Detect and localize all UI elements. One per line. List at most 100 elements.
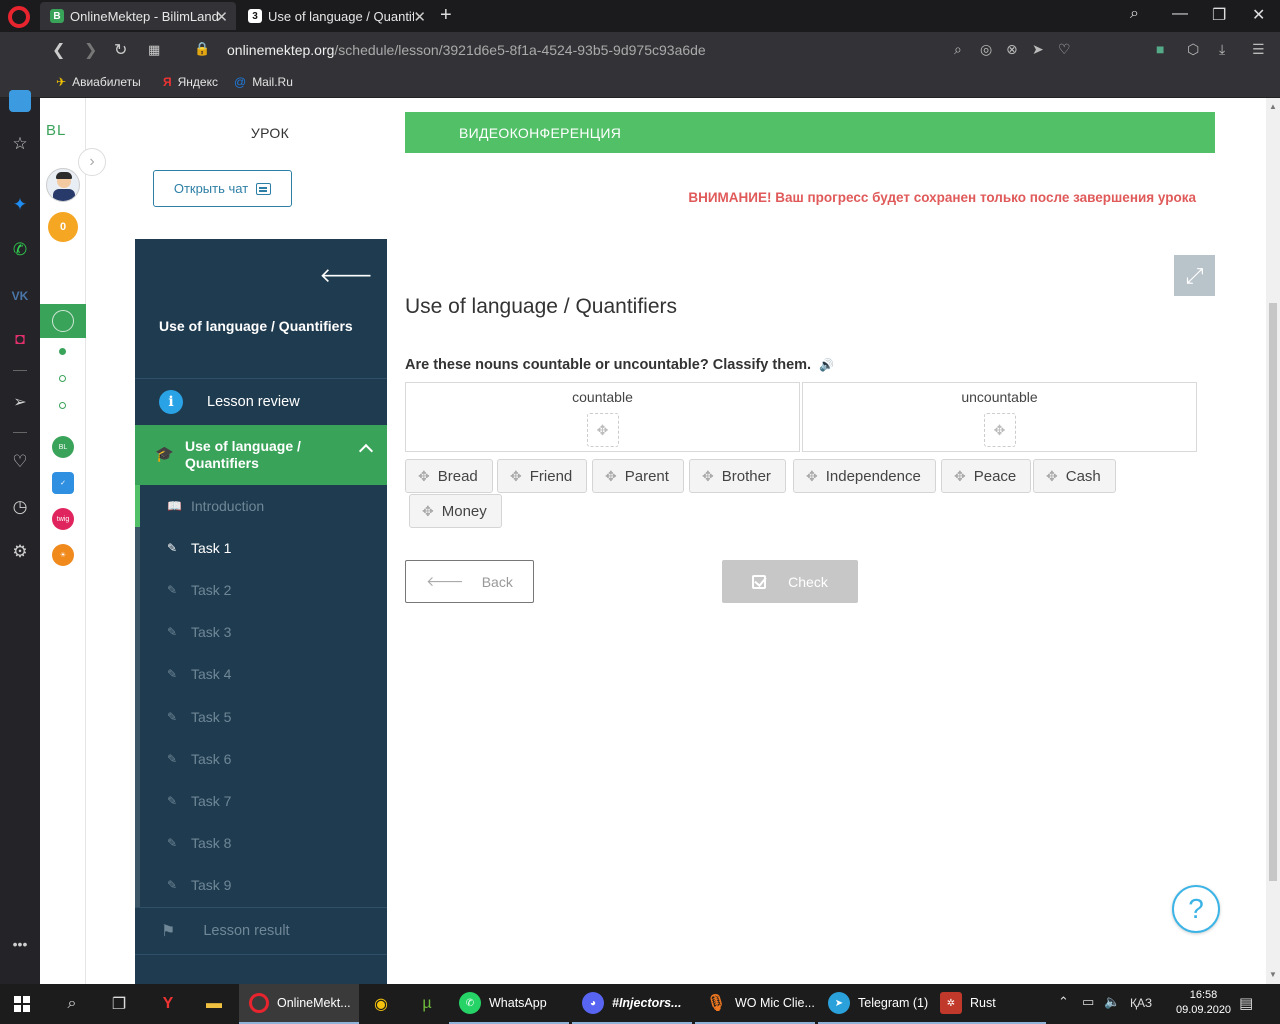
tasks-app-icon[interactable]: ✓ [52,472,74,494]
send-icon[interactable]: ➤ [1032,41,1044,58]
taskbar-app-rust[interactable]: ✲ Rust [930,984,1046,1024]
opera-logo-icon[interactable] [8,6,30,28]
expand-chevron-icon[interactable]: › [78,148,106,176]
chrome-icon[interactable]: ◉ [370,993,392,1015]
close-window-icon[interactable]: ✕ [1252,5,1265,25]
word-chip-brother[interactable]: ✥ Brother [689,459,786,493]
file-explorer-icon[interactable]: ▬ [203,993,225,1015]
bookmark-aviabilety[interactable]: ✈ Авиабилеты [56,75,141,89]
heart-icon[interactable]: ♡ [10,452,30,472]
vk-icon[interactable]: VK [10,286,30,306]
nav-item-task-6[interactable]: ✎ Task 6 [135,738,387,780]
search-icon[interactable]: ⌕ [61,993,83,1015]
taskbar-app-whatsapp[interactable]: ✆ WhatsApp [449,984,569,1024]
find-icon[interactable]: ⌕ [954,41,962,58]
word-chip-independence[interactable]: ✥ Independence [793,459,936,493]
nav-section-quantifiers[interactable]: 🎓 Use of language / Quantifiers [135,425,387,485]
check-button[interactable]: Check [722,560,858,603]
nav-item-task-9[interactable]: ✎ Task 9 [135,864,387,906]
tab-lesson[interactable]: УРОК [135,112,405,153]
network-icon[interactable]: ▭ [1082,994,1094,1010]
page-scrollbar[interactable]: ▲ ▼ [1266,98,1280,984]
nav-item-task-2[interactable]: ✎ Task 2 [135,569,387,611]
adblock-icon[interactable]: ⊗ [1006,41,1018,58]
word-chip-money[interactable]: ✥ Money [409,494,502,528]
online-mektep-nav-active[interactable] [40,304,86,338]
drop-zone-uncountable[interactable]: uncountable ✥ [802,382,1197,452]
taskbar-app-opera[interactable]: OnlineMekt... [239,984,359,1024]
more-dots-icon[interactable]: ••• [10,934,30,954]
star-icon[interactable]: ☆ [10,134,30,154]
nav-lesson-review[interactable]: i Lesson review [135,379,387,425]
task-view-icon[interactable]: ❐ [108,993,130,1015]
instagram-icon[interactable]: ◘ [10,330,30,350]
notifications-icon[interactable]: ▤ [1239,994,1253,1012]
bookmark-mailru[interactable]: @ Mail.Ru [234,75,293,89]
coins-badge[interactable]: 0 [48,212,78,242]
nav-dot-outline[interactable] [59,402,66,409]
whatsapp-icon[interactable]: ✆ [10,240,30,260]
browser-tab-quantifiers[interactable]: 3 Use of language / Quantifie ✕ [238,2,434,30]
nav-item-task-8[interactable]: ✎ Task 8 [135,822,387,864]
kids-app-icon[interactable]: ☀ [52,544,74,566]
word-chip-peace[interactable]: ✥ Peace [941,459,1032,493]
help-button[interactable]: ? [1172,885,1220,933]
messenger-icon[interactable]: ✦ [10,195,30,215]
scrollbar-thumb[interactable] [1269,303,1277,881]
search-tabs-icon[interactable]: ⌕ [1130,5,1139,23]
taskbar-app-telegram[interactable]: ➤ Telegram (1) [818,984,938,1024]
utorrent-icon[interactable]: µ [416,993,438,1015]
nav-item-task-7[interactable]: ✎ Task 7 [135,780,387,822]
heart-icon[interactable]: ♡ [1058,41,1071,58]
nav-dot-filled[interactable] [59,348,66,355]
twig-app-icon[interactable]: twig [52,508,74,530]
nav-dot-outline[interactable] [59,375,66,382]
speaker-icon[interactable]: 🔊 [819,358,834,372]
nav-lesson-result[interactable]: ⚑ Lesson result [135,907,387,955]
tab-videoconference[interactable]: ВИДЕОКОНФЕРЕНЦИЯ [405,112,1215,153]
taskbar-app-discord[interactable]: ◕ #Injectors... [572,984,692,1024]
nav-item-introduction[interactable]: 📖 Introduction [135,485,387,527]
word-chip-parent[interactable]: ✥ Parent [592,459,684,493]
url-field[interactable]: onlinemektep.org/schedule/lesson/3921d6e… [227,42,706,58]
nav-item-task-4[interactable]: ✎ Task 4 [135,653,387,695]
settings-gear-icon[interactable]: ⚙ [10,542,30,562]
minimize-icon[interactable]: — [1172,5,1188,23]
drop-slot-move-icon[interactable]: ✥ [586,413,619,447]
bookmark-yandex[interactable]: Я Яндекс [163,75,218,89]
forward-nav-icon[interactable]: ❯ [84,40,97,60]
download-icon[interactable]: ⤓ [1219,41,1225,58]
easy-setup-icon[interactable]: ☰ [1252,41,1265,58]
bilimland-app-icon[interactable]: BL [52,436,74,458]
taskbar-app-womic[interactable]: 🎙 WO Mic Clie... [695,984,815,1024]
keyboard-language[interactable]: ҚАЗ [1130,996,1152,1010]
volume-icon[interactable]: 🔈 [1104,994,1120,1010]
word-chip-cash[interactable]: ✥ Cash [1033,459,1116,493]
back-nav-icon[interactable]: ❮ [52,40,65,60]
history-clock-icon[interactable]: ◷ [10,497,30,517]
clock[interactable]: 16:58 09.09.2020 [1176,988,1231,1018]
send-arrow-icon[interactable]: ➢ [10,392,30,412]
back-button[interactable]: 🡐 Back [405,560,534,603]
yandex-browser-icon[interactable]: Y [157,993,179,1015]
cube-icon[interactable]: ⬡ [1187,41,1199,58]
fullscreen-expand-icon[interactable]: ⤢ [1174,255,1215,296]
word-chip-bread[interactable]: ✥ Bread [405,459,493,493]
tray-expand-icon[interactable]: ⌃ [1058,994,1069,1010]
extension-icon[interactable]: ■ [1156,41,1164,57]
nav-item-task-1[interactable]: ✎ Task 1 [135,527,387,569]
word-chip-friend[interactable]: ✥ Friend [497,459,588,493]
drop-slot-move-icon[interactable]: ✥ [983,413,1016,447]
snapshot-icon[interactable]: ◎ [980,41,992,58]
browser-tab-onlinemektep[interactable]: B OnlineMektep - BilimLand ✕ [40,2,236,30]
scroll-up-icon[interactable]: ▲ [1269,102,1277,111]
scroll-down-icon[interactable]: ▼ [1269,970,1277,979]
new-tab-plus-icon[interactable]: + [440,4,452,27]
close-tab-icon[interactable]: ✕ [215,8,228,26]
bilimland-logo[interactable]: BL [46,122,66,139]
collapse-arrow-icon[interactable]: 🡐 [319,263,373,288]
restore-icon[interactable]: ❐ [1212,5,1226,25]
nav-item-task-5[interactable]: ✎ Task 5 [135,696,387,738]
drop-zone-countable[interactable]: countable ✥ [405,382,800,452]
speed-dial-icon[interactable]: ▦ [148,42,160,58]
